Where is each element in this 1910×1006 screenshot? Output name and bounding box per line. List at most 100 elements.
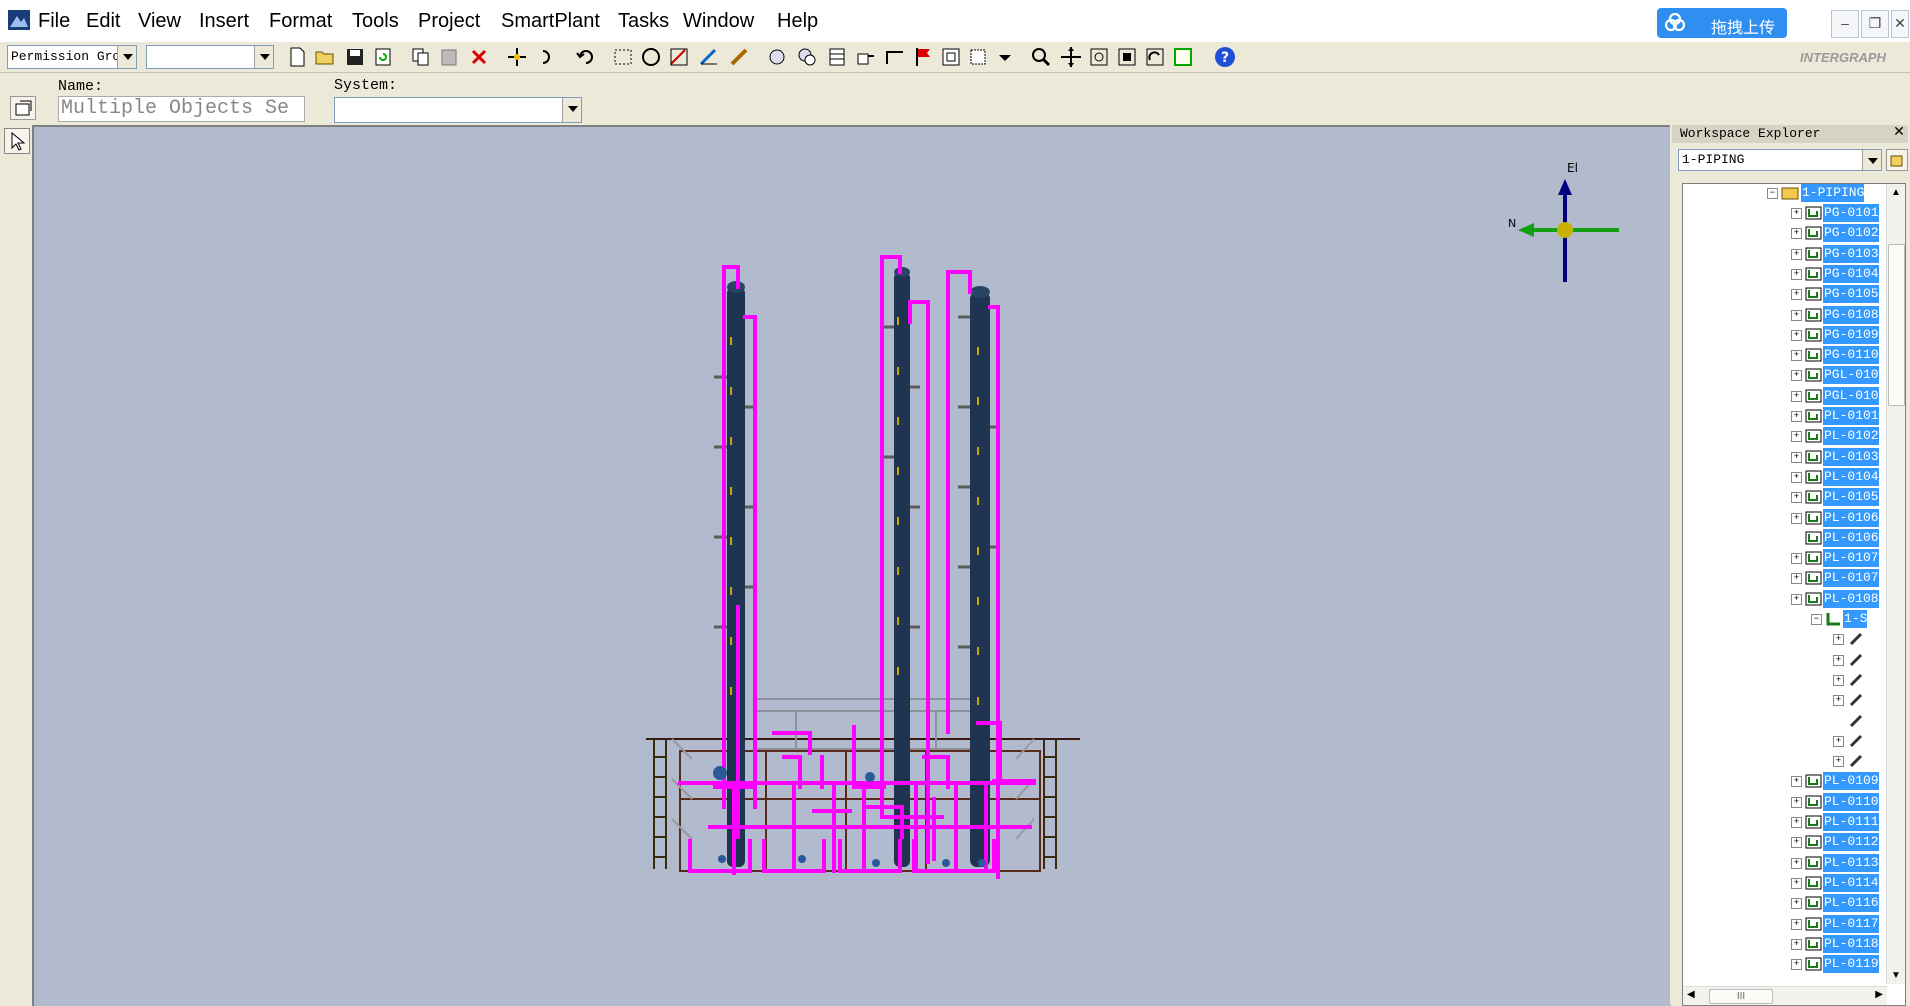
rotate-view-icon[interactable] [1143, 44, 1167, 70]
scroll-down-icon[interactable]: ▼ [1891, 970, 1901, 981]
expand-icon[interactable]: + [1791, 877, 1802, 889]
measure-icon[interactable] [639, 44, 663, 70]
save-icon[interactable] [343, 44, 367, 70]
expand-icon[interactable]: + [1833, 654, 1844, 666]
route-pipe-icon[interactable] [883, 44, 907, 70]
copy-icon[interactable] [409, 44, 433, 70]
move-icon[interactable] [505, 44, 529, 70]
expand-icon[interactable]: + [1791, 350, 1802, 362]
expand-icon[interactable]: + [1791, 512, 1802, 524]
menu-smartplant[interactable]: SmartPlant [501, 10, 600, 33]
tree-subitem[interactable]: + [1833, 671, 1887, 689]
expand-icon[interactable]: + [1833, 634, 1844, 646]
restore-button[interactable]: ❐ [1861, 10, 1889, 38]
open-folder-icon[interactable] [313, 44, 337, 70]
delete-icon[interactable] [467, 44, 491, 70]
expand-icon[interactable]: + [1791, 857, 1802, 869]
properties-icon[interactable] [10, 96, 36, 120]
insert-component-icon[interactable] [765, 44, 789, 70]
expand-icon[interactable]: + [1791, 208, 1802, 219]
expand-icon[interactable]: + [1791, 309, 1802, 321]
compass-widget[interactable]: El N [1508, 161, 1619, 282]
menu-tasks[interactable]: Tasks [618, 10, 669, 33]
refresh-icon[interactable] [371, 44, 395, 70]
expand-icon[interactable]: + [1791, 390, 1802, 402]
common-views-icon[interactable] [1171, 44, 1195, 70]
help-icon[interactable]: ? [1213, 44, 1237, 70]
expand-icon[interactable]: + [1791, 431, 1802, 443]
menu-help[interactable]: Help [777, 10, 818, 33]
expand-icon[interactable]: + [1791, 898, 1802, 910]
scroll-right-icon[interactable]: ▶ [1875, 989, 1883, 1000]
expand-icon[interactable]: + [1791, 370, 1802, 382]
sketch-icon[interactable] [697, 44, 721, 70]
tree-subitem[interactable]: + [1833, 752, 1887, 770]
expand-icon[interactable]: + [1833, 695, 1844, 707]
graphic-view[interactable]: El N [32, 125, 1671, 1006]
insert-equipment-icon[interactable] [795, 44, 819, 70]
chevron-down-icon[interactable] [117, 46, 136, 68]
tree-subitem[interactable] [1833, 712, 1887, 730]
chevron-down-icon[interactable] [254, 46, 273, 68]
name-field[interactable]: Multiple Objects Se [58, 96, 305, 122]
scroll-up-icon[interactable]: ▲ [1891, 187, 1901, 198]
view-frame-icon[interactable] [939, 44, 963, 70]
collapse-icon[interactable]: − [1767, 188, 1778, 199]
menu-file[interactable]: File [38, 10, 70, 33]
expand-icon[interactable]: + [1791, 796, 1802, 808]
close-icon[interactable]: ✕ [1892, 126, 1906, 140]
expand-icon[interactable]: + [1791, 938, 1802, 950]
expand-icon[interactable]: + [1791, 268, 1802, 280]
expand-icon[interactable]: + [1833, 674, 1844, 686]
close-button[interactable]: ✕ [1891, 10, 1909, 38]
select-tool-button[interactable] [4, 128, 30, 154]
chevron-down-icon[interactable] [1862, 150, 1881, 170]
rotate-icon[interactable] [535, 44, 559, 70]
expand-icon[interactable]: + [1791, 411, 1802, 422]
plant-model[interactable]: El N [34, 127, 1671, 1006]
layers-icon[interactable] [967, 44, 991, 70]
minimize-button[interactable]: – [1831, 10, 1859, 38]
menu-insert[interactable]: Insert [199, 10, 249, 33]
zoom-area-icon[interactable] [1087, 44, 1111, 70]
undo-icon[interactable] [573, 44, 597, 70]
chevron-down-icon[interactable] [562, 98, 581, 122]
menu-tools[interactable]: Tools [352, 10, 399, 33]
column-2[interactable] [882, 267, 920, 867]
pencil-icon[interactable] [727, 44, 751, 70]
expand-icon[interactable]: + [1791, 959, 1802, 971]
menu-format[interactable]: Format [269, 10, 332, 33]
flag-icon[interactable] [911, 44, 935, 70]
dropdown-arrow-icon[interactable] [993, 44, 1017, 70]
select-filter-icon[interactable] [611, 44, 635, 70]
explorer-vertical-scrollbar[interactable]: ▲ ▼ [1886, 184, 1905, 984]
expand-icon[interactable]: + [1791, 817, 1802, 828]
fit-view-icon[interactable] [1115, 44, 1139, 70]
explorer-tree[interactable]: − 1-PIPING + PG-0101 + PG-0102 + PG-0103 + PG-0… [1682, 183, 1906, 1006]
tree-subitem[interactable]: + [1833, 651, 1887, 669]
expand-icon[interactable]: + [1791, 289, 1802, 301]
menu-window[interactable]: Window [683, 10, 754, 33]
tree-subitem[interactable]: + [1833, 691, 1887, 709]
explorer-filter-select[interactable]: 1-PIPING [1678, 149, 1882, 171]
expand-icon[interactable]: + [1791, 471, 1802, 483]
insert-nozzle-icon[interactable] [853, 44, 877, 70]
new-file-icon[interactable] [285, 44, 309, 70]
permission-group-select[interactable]: Permission Grc [7, 45, 137, 69]
pan-icon[interactable] [1059, 44, 1083, 70]
expand-icon[interactable]: + [1791, 248, 1802, 260]
tree-root[interactable]: − 1-PIPING [1767, 184, 1905, 202]
expand-icon[interactable]: + [1791, 492, 1802, 504]
explorer-scroll-thumb[interactable] [1888, 244, 1905, 406]
insert-structure-icon[interactable] [825, 44, 849, 70]
explorer-hscroll-thumb[interactable]: III [1709, 989, 1773, 1004]
expand-icon[interactable]: + [1791, 573, 1802, 585]
expand-icon[interactable]: + [1791, 451, 1802, 463]
menu-project[interactable]: Project [418, 10, 480, 33]
scroll-left-icon[interactable]: ◀ [1687, 989, 1695, 1000]
expand-icon[interactable]: + [1791, 553, 1802, 565]
edit-shape-icon[interactable] [667, 44, 691, 70]
upload-button[interactable]: 拖拽上传 [1657, 8, 1787, 38]
collapse-icon[interactable]: − [1811, 614, 1822, 625]
expand-icon[interactable]: + [1791, 329, 1802, 341]
